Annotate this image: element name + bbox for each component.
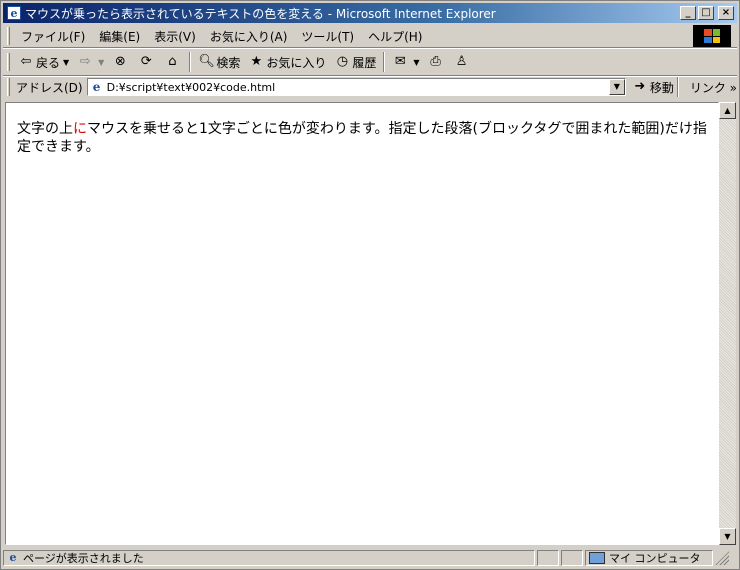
print-button[interactable]: ⎙ (424, 51, 450, 73)
page-paragraph[interactable]: 文字の上にマウスを乗せると1文字ごとに色が変わります。指定した段落(ブロックタグ… (17, 120, 707, 156)
search-label: 検索 (216, 55, 241, 70)
window-title: マウスが乗ったら表示されているテキストの色を変える - Microsoft In… (25, 6, 496, 21)
history-button[interactable]: ◷ 履歴 (330, 51, 380, 73)
go-label: 移動 (649, 80, 674, 95)
menu-file[interactable]: ファイル(F) (14, 28, 92, 45)
windows-logo-icon (693, 25, 731, 47)
forward-button[interactable]: ⇨ ▼ (73, 51, 108, 73)
favorites-label: お気に入り (266, 55, 327, 70)
messenger-button[interactable]: ♙ (450, 51, 476, 73)
title-bar: e マウスが乗ったら表示されているテキストの色を変える - Microsoft … (3, 3, 737, 23)
status-progress-panel (537, 550, 559, 566)
mail-button[interactable]: ✉ ▼ (388, 51, 423, 73)
maximize-button[interactable]: □ (698, 6, 714, 20)
scroll-down-button[interactable]: ▼ (719, 528, 736, 545)
address-separator (676, 77, 679, 97)
paragraph-text-before: 文字の上 (17, 121, 73, 137)
mail-dropdown-icon[interactable]: ▼ (413, 58, 419, 67)
refresh-icon: ⟳ (140, 54, 152, 69)
resize-grip-icon[interactable] (715, 551, 729, 565)
address-label: アドレス(D) (15, 80, 83, 95)
forward-arrow-icon: ⇨ (79, 54, 91, 69)
forward-dropdown-icon[interactable]: ▼ (98, 58, 104, 67)
home-icon: ⌂ (168, 54, 177, 69)
computer-icon (589, 552, 605, 564)
favorites-icon: ★ (250, 54, 263, 69)
favorites-button[interactable]: ★ お気に入り (244, 51, 330, 73)
stop-button[interactable]: ⊗ (108, 51, 134, 73)
history-label: 履歴 (352, 55, 377, 70)
menu-bar: ファイル(F) 編集(E) 表示(V) お気に入り(A) ツール(T) ヘルプ(… (3, 25, 737, 47)
back-button[interactable]: ⇦ 戻る ▼ (14, 51, 73, 73)
status-zone-panel: マイ コンピュータ (585, 550, 713, 566)
refresh-button[interactable]: ⟳ (134, 51, 160, 73)
status-text-panel: e ページが表示されました (3, 550, 535, 566)
print-icon: ⎙ (430, 54, 441, 69)
vertical-scrollbar[interactable]: ▲ ▼ (719, 102, 736, 545)
page-content[interactable]: 文字の上にマウスを乗せると1文字ごとに色が変わります。指定した段落(ブロックタグ… (5, 102, 719, 545)
menu-favorites[interactable]: お気に入り(A) (203, 28, 295, 45)
back-dropdown-icon[interactable]: ▼ (63, 58, 69, 67)
menu-tools[interactable]: ツール(T) (294, 28, 361, 45)
standard-toolbar: ⇦ 戻る ▼ ⇨ ▼ ⊗ ⟳ ⌂ 🔍︎ 検索 ★ お気に入り ◷ 履歴 ✉ ▼ … (3, 49, 737, 75)
status-text: ページが表示されました (23, 552, 144, 565)
go-button[interactable]: ➜ 移動 (632, 79, 674, 96)
status-security-panel (561, 550, 583, 566)
ie-window: e マウスが乗ったら表示されているテキストの色を変える - Microsoft … (0, 0, 740, 570)
address-bar: アドレス(D) e D:¥script¥text¥002¥code.html ▼… (3, 76, 737, 98)
minimize-button[interactable]: _ (680, 6, 696, 20)
address-input[interactable]: e D:¥script¥text¥002¥code.html ▼ (86, 78, 626, 96)
status-zone: マイ コンピュータ (609, 552, 701, 565)
menu-help[interactable]: ヘルプ(H) (361, 28, 429, 45)
menu-view[interactable]: 表示(V) (147, 28, 203, 45)
window-controls: _ □ × (680, 6, 734, 20)
ie-app-icon[interactable]: e (7, 6, 21, 20)
address-dropdown-button[interactable]: ▼ (608, 79, 625, 95)
back-arrow-icon: ⇦ (20, 54, 32, 69)
page-icon: e (92, 80, 101, 94)
links-button[interactable]: リンク » (690, 79, 737, 96)
mail-icon: ✉ (394, 54, 406, 69)
home-button[interactable]: ⌂ (160, 51, 186, 73)
paragraph-highlighted-char[interactable]: に (73, 121, 87, 137)
search-button[interactable]: 🔍︎ 検索 (194, 51, 244, 73)
paragraph-text-after: マウスを乗せると1文字ごとに色が変わります。指定した段落(ブロックタグで囲まれた… (17, 121, 707, 155)
search-icon: 🔍︎ (198, 54, 215, 69)
go-arrow-icon: ➜ (634, 79, 646, 94)
stop-icon: ⊗ (114, 54, 126, 69)
toolbar-separator (189, 52, 192, 72)
address-grip[interactable] (7, 78, 10, 96)
menu-grip[interactable] (7, 27, 10, 45)
back-label: 戻る (36, 55, 61, 70)
messenger-icon: ♙ (455, 54, 468, 69)
menu-edit[interactable]: 編集(E) (92, 28, 147, 45)
scroll-up-button[interactable]: ▲ (719, 102, 736, 119)
toolbar-separator (383, 52, 386, 72)
toolbar-grip[interactable] (7, 53, 10, 71)
address-url[interactable]: D:¥script¥text¥002¥code.html (107, 81, 276, 94)
status-page-icon: e (9, 551, 17, 564)
status-bar: e ページが表示されました マイ コンピュータ (3, 548, 737, 568)
history-icon: ◷ (336, 54, 349, 69)
close-button[interactable]: × (718, 6, 734, 20)
